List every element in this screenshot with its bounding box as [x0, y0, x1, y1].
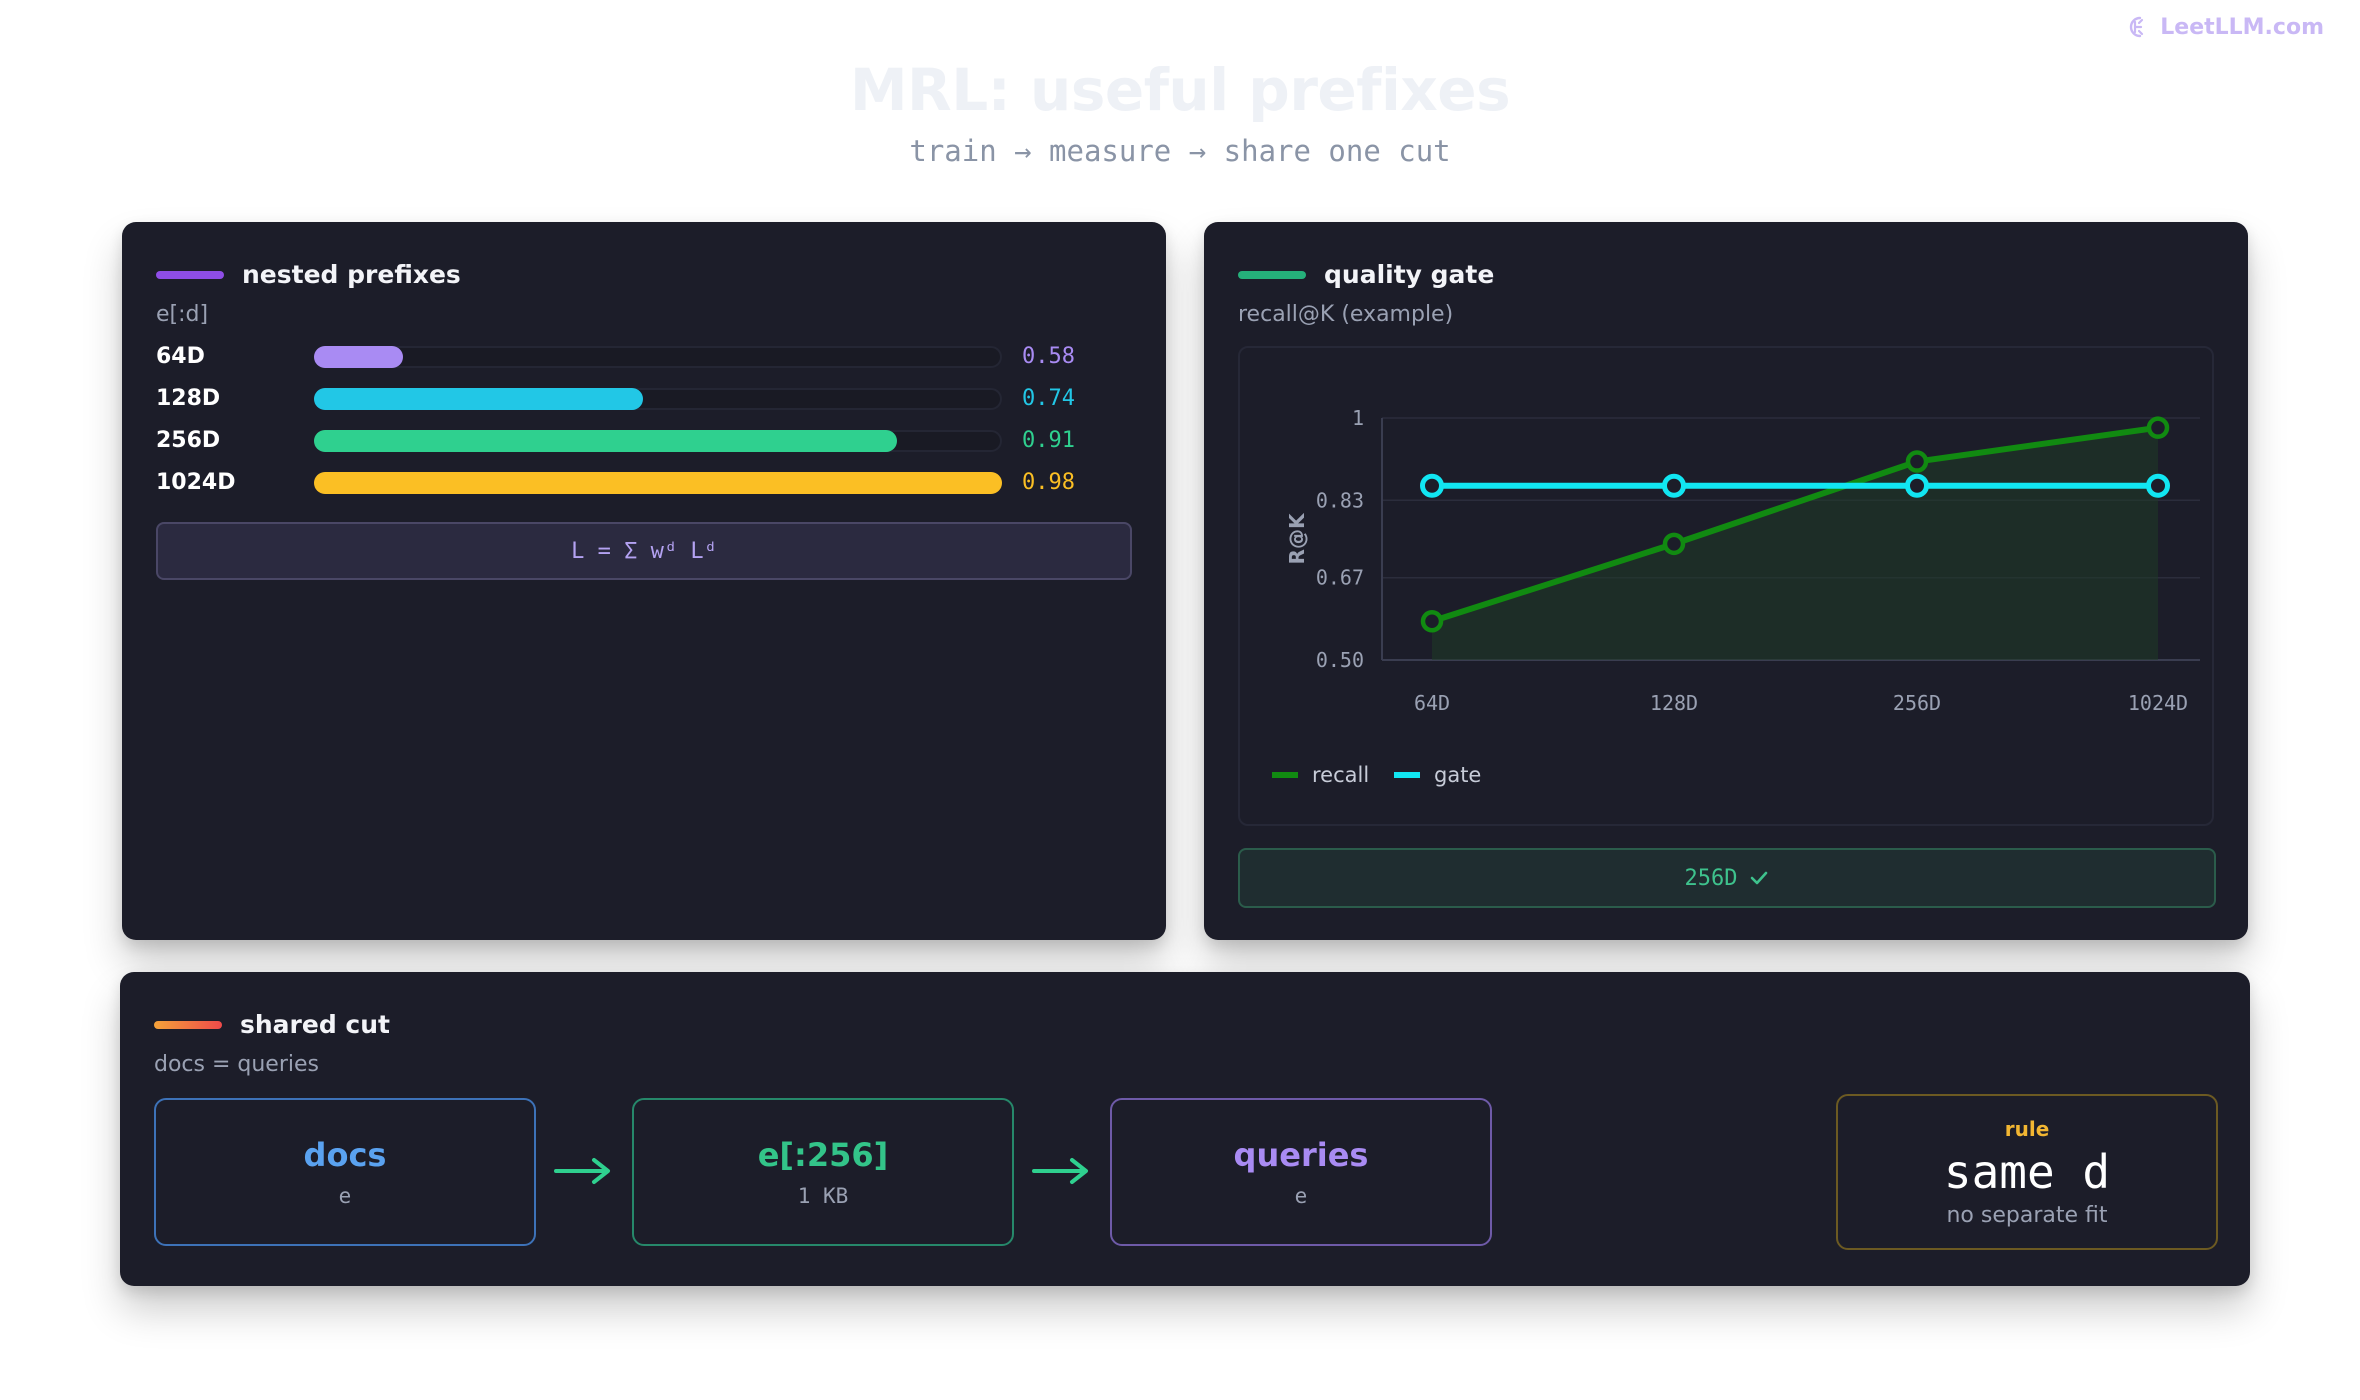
flow-node-detail: e — [1294, 1184, 1308, 1208]
panel-title: quality gate — [1324, 260, 1495, 289]
brand-logo[interactable]: LeetLLM.com — [2124, 14, 2324, 40]
prefix-bar-fill — [314, 430, 898, 452]
flow-node-name: docs — [303, 1136, 387, 1174]
flow-node-detail: 1 KB — [797, 1184, 849, 1208]
recall-point — [1662, 532, 1686, 556]
prefix-bar-track — [314, 346, 1002, 368]
prefix-row-64d: 64D 0.58 — [156, 342, 1136, 372]
panel-accent-bar — [154, 1020, 222, 1029]
prefix-bar-fill — [314, 388, 643, 410]
arrow-right-icon — [554, 1158, 610, 1184]
flow-node-queries: queries e — [1110, 1098, 1492, 1246]
page-title: MRL: useful prefixes — [849, 56, 1511, 124]
recall-chart: 0.50 0.67 0.83 1 64D 128D 256D 1024D R@K recall ga… — [1238, 346, 2214, 826]
gate-point — [1662, 473, 1686, 498]
rule-kicker: rule — [2004, 1116, 2050, 1141]
prefix-bar-track — [314, 430, 1002, 452]
check-icon — [1751, 871, 1768, 885]
prefix-label: 64D — [156, 344, 205, 369]
y-tick-label: 0.67 — [1316, 566, 1364, 590]
panel-title: nested prefixes — [242, 260, 461, 289]
brand-name: LeetLLM.com — [2160, 14, 2324, 40]
gate-result-badge: 256D — [1238, 848, 2216, 908]
prefix-bar-fill — [314, 346, 403, 368]
panel-subtitle: e[:d] — [156, 302, 209, 327]
rule-note: no separate fit — [1946, 1202, 2108, 1228]
panel-title: shared cut — [240, 1010, 390, 1039]
x-tick-label: 128D — [1650, 691, 1698, 715]
panel-subtitle: recall@K (example) — [1238, 302, 1454, 327]
arrow-right-icon — [1032, 1158, 1088, 1184]
panel-header: nested prefixes — [156, 260, 461, 289]
gate-point — [2146, 473, 2170, 498]
x-tick-label: 64D — [1414, 691, 1450, 715]
y-tick-label: 0.83 — [1316, 488, 1364, 512]
loss-formula: L = Σ wᵈ Lᵈ — [156, 522, 1132, 580]
recall-point — [1420, 610, 1444, 633]
panel-accent-bar — [156, 270, 224, 279]
prefix-value: 0.74 — [1022, 386, 1075, 411]
prefix-bar-track — [314, 472, 1002, 494]
prefix-bar-track — [314, 388, 1002, 410]
gate-point — [1905, 473, 1929, 498]
flow-node-name: queries — [1233, 1136, 1369, 1174]
nested-prefixes-panel: nested prefixes e[:d] 64D 0.58 128D 0.74… — [122, 222, 1166, 940]
quality-gate-panel: quality gate recall@K (example) 0.50 0.67… — [1204, 222, 2248, 940]
flow-node-name: e[:256] — [757, 1136, 889, 1174]
panel-header: quality gate — [1238, 260, 1494, 289]
recall-point — [1905, 450, 1929, 473]
legend-label-gate: gate — [1434, 763, 1481, 787]
x-tick-label: 256D — [1893, 691, 1941, 715]
prefix-value: 0.98 — [1022, 470, 1075, 495]
recall-chart-svg: 0.50 0.67 0.83 1 64D 128D 256D 1024D R@K recall ga… — [1272, 406, 2200, 787]
rule-card: rule same d no separate fit — [1836, 1094, 2218, 1250]
x-tick-label: 1024D — [2128, 691, 2188, 715]
prefix-bar-fill — [314, 472, 1002, 494]
shared-cut-panel: shared cut docs = queries docs e e[:256]… — [120, 972, 2250, 1286]
page-subtitle: train → measure → share one cut — [909, 134, 1451, 168]
prefix-row-128d: 128D 0.74 — [156, 384, 1136, 414]
legend-label-recall: recall — [1312, 763, 1369, 787]
flow-node-detail: e — [338, 1184, 352, 1208]
panel-subtitle: docs = queries — [154, 1052, 319, 1077]
prefix-label: 1024D — [156, 470, 236, 495]
gate-point — [1420, 473, 1444, 498]
prefix-label: 128D — [156, 386, 221, 411]
panel-accent-bar — [1238, 270, 1306, 279]
prefix-value: 0.91 — [1022, 428, 1075, 453]
prefix-row-1024d: 1024D 0.98 — [156, 468, 1136, 498]
recall-point — [2146, 416, 2170, 439]
y-tick-label: 1 — [1352, 406, 1364, 430]
recall-area — [1432, 427, 2158, 660]
y-tick-label: 0.50 — [1316, 648, 1364, 672]
gate-result-label: 256D — [1684, 865, 1738, 891]
panel-header: shared cut — [154, 1010, 390, 1039]
flow-node-prefix: e[:256] 1 KB — [632, 1098, 1014, 1246]
rule-value: same d — [1943, 1144, 2111, 1199]
prefix-value: 0.58 — [1022, 344, 1075, 369]
brand-mark-icon — [2130, 16, 2144, 38]
flow-node-docs: docs e — [154, 1098, 536, 1246]
prefix-row-256d: 256D 0.91 — [156, 426, 1136, 456]
prefix-label: 256D — [156, 428, 221, 453]
y-axis-label: R@K — [1285, 512, 1309, 564]
